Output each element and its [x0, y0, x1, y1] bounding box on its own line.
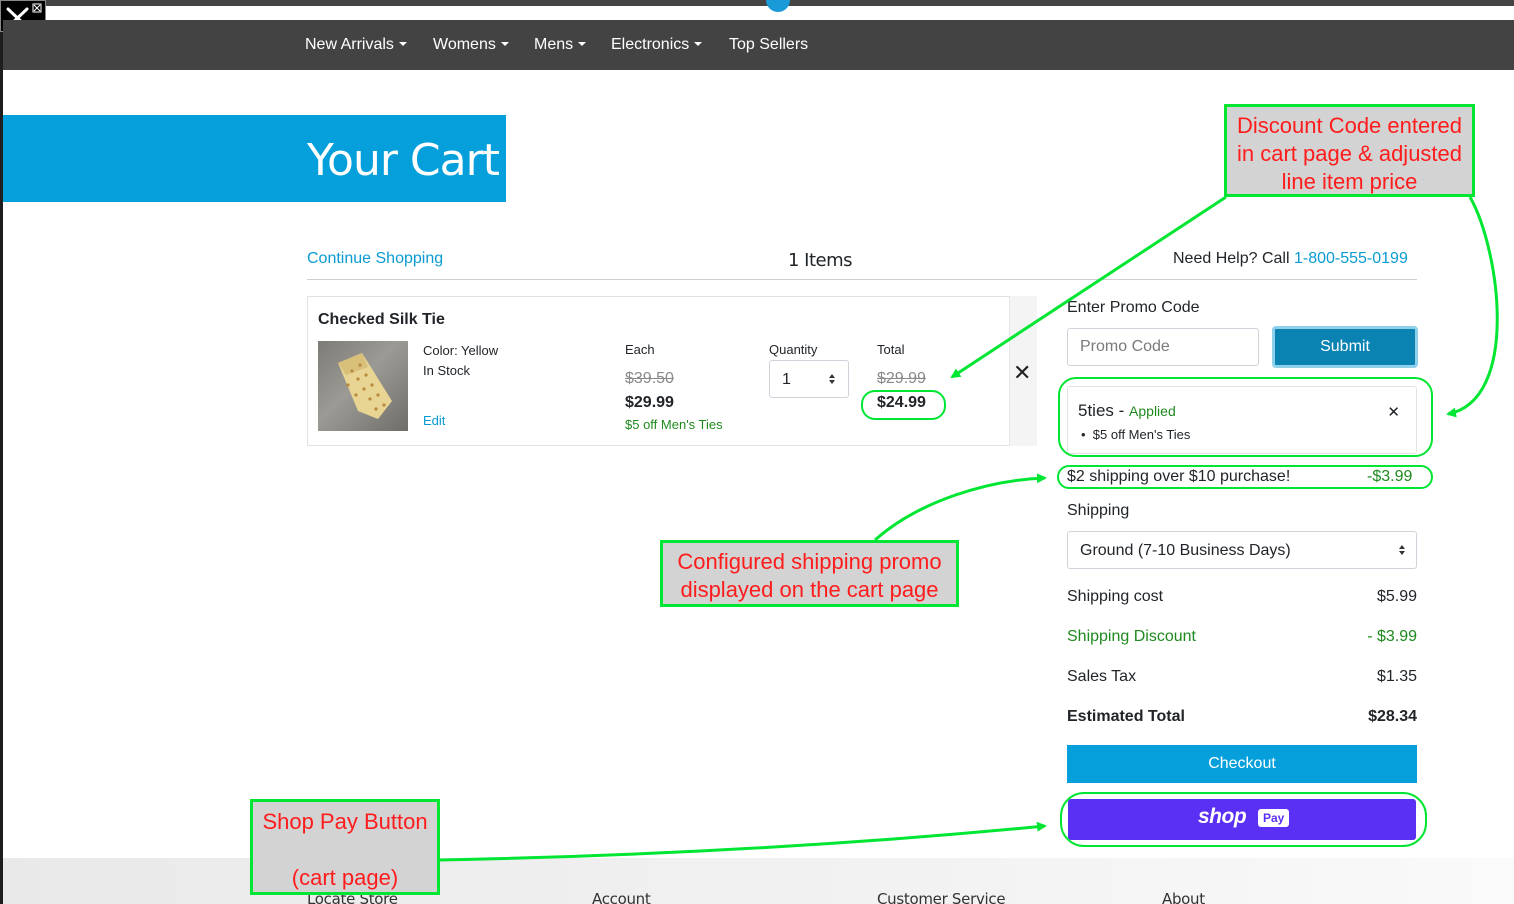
nav-new-arrivals[interactable]: New Arrivals	[305, 36, 407, 54]
estimated-total-value: $28.34	[1368, 708, 1417, 725]
footer-about[interactable]: About	[1162, 890, 1205, 904]
each-label: Each	[625, 342, 655, 357]
shipping-discount-label: Shipping Discount	[1067, 628, 1196, 645]
footer: Locate Store Account Customer Service Ab…	[3, 858, 1514, 904]
each-price: $29.99	[625, 394, 674, 411]
each-old-price: $39.50	[625, 370, 674, 387]
product-image[interactable]	[318, 341, 408, 431]
select-arrows-icon	[1399, 545, 1405, 555]
promo-label: Enter Promo Code	[1067, 299, 1200, 316]
nav-label: New Arrivals	[305, 36, 394, 53]
nav-top-sellers[interactable]: Top Sellers	[729, 36, 808, 54]
remove-item-icon[interactable]: ✕	[1013, 360, 1031, 386]
annotation-outline-promo	[1058, 377, 1433, 457]
annotation-line: (cart page)	[291, 865, 399, 890]
checkout-button[interactable]: Checkout	[1067, 745, 1417, 783]
header-divider	[307, 279, 1417, 280]
annotation-outline-shipping-promo	[1057, 465, 1433, 489]
annotation-discount: Discount Code entered in cart page & adj…	[1224, 104, 1475, 197]
sales-tax-value: $1.35	[1376, 668, 1417, 685]
shipping-discount-value: - $3.99	[1367, 628, 1417, 645]
nav-label: Electronics	[611, 36, 690, 53]
annotation-shipping-promo: Configured shipping promo displayed on t…	[660, 540, 959, 607]
nav-mens[interactable]: Mens	[534, 36, 587, 54]
shipping-label: Shipping	[1067, 502, 1130, 519]
nav-label: Womens	[433, 36, 496, 53]
select-arrows-icon	[829, 374, 835, 384]
phone-link[interactable]: 1-800-555-0199	[1294, 250, 1408, 267]
annotation-shoppay: Shop Pay Button (cart page)	[250, 799, 440, 895]
estimated-total-label: Estimated Total	[1067, 708, 1185, 725]
product-name[interactable]: Checked Silk Tie	[318, 311, 445, 329]
shipping-method-value: Ground (7-10 Business Days)	[1080, 542, 1291, 559]
annotation-outline-total	[861, 390, 946, 420]
page-title-banner: Your Cart	[3, 115, 506, 202]
footer-account[interactable]: Account	[592, 890, 651, 904]
promo-submit-button[interactable]: Submit	[1272, 326, 1418, 368]
promo-code-input[interactable]	[1067, 328, 1259, 366]
annotation-line: Shop Pay Button	[262, 809, 428, 834]
annotation-outline-shoppay	[1060, 792, 1427, 847]
chevron-down-icon	[398, 42, 407, 46]
footer-customer-service[interactable]: Customer Service	[877, 890, 1006, 904]
annotation-line: displayed on the cart page	[680, 577, 939, 602]
chevron-down-icon	[578, 42, 587, 46]
total-label: Total	[877, 342, 905, 357]
annotation-line	[253, 836, 437, 864]
sales-tax-label: Sales Tax	[1067, 668, 1137, 685]
shipping-cost-value: $5.99	[1376, 588, 1417, 605]
line-promo-note: $5 off Men's Ties	[625, 417, 723, 432]
help-line: Need Help? Call 1-800-555-0199	[1173, 250, 1408, 268]
shipping-method-select[interactable]: Ground (7-10 Business Days)	[1067, 531, 1417, 569]
chevron-down-icon	[694, 42, 703, 46]
nav-electronics[interactable]: Electronics	[611, 36, 703, 54]
quantity-value: 1	[782, 371, 791, 388]
nav-label: Top Sellers	[729, 36, 809, 53]
product-stock: In Stock	[423, 363, 470, 378]
help-text: Need Help? Call	[1173, 250, 1290, 267]
annotation-line: Configured shipping promo	[677, 549, 942, 574]
shipping-cost-label: Shipping cost	[1067, 588, 1164, 605]
product-color: Color: Yellow	[423, 343, 499, 358]
continue-shopping-link[interactable]: Continue Shopping	[307, 250, 443, 268]
edit-link[interactable]: Edit	[423, 413, 445, 428]
quantity-label: Quantity	[769, 342, 818, 357]
items-count: 1 Items	[788, 250, 853, 271]
total-old-price: $29.99	[877, 370, 926, 387]
chevron-down-icon	[500, 42, 509, 46]
page-title: Your Cart	[307, 135, 500, 186]
quantity-select[interactable]: 1	[769, 360, 849, 398]
nav-label: Mens	[534, 36, 574, 53]
nav-womens[interactable]: Womens	[433, 36, 509, 54]
annotation-line: line item price	[1281, 169, 1418, 194]
main-navbar: New Arrivals Womens Mens Electronics Top…	[3, 20, 1514, 70]
annotation-line: Discount Code entered	[1236, 113, 1463, 138]
annotation-line: in cart page & adjusted	[1236, 141, 1463, 166]
